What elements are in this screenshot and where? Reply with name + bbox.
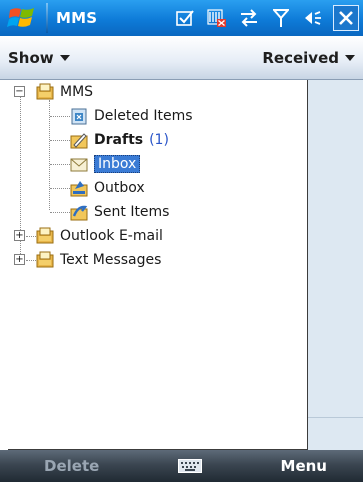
expand-toggle[interactable]: + (14, 230, 25, 241)
tree-item-mms[interactable]: MMS (36, 80, 93, 104)
inbox-envelope-icon (70, 155, 88, 173)
tree-connector (50, 188, 70, 189)
volume-icon[interactable] (297, 0, 329, 36)
delete-softkey[interactable]: Delete (44, 457, 99, 475)
tree-item-outlook-email[interactable]: Outlook E-mail (36, 224, 163, 248)
chevron-down-icon (345, 54, 355, 61)
tree-item-outbox[interactable]: Outbox (70, 176, 145, 200)
tree-item-label: Drafts (94, 132, 144, 148)
sort-toolbar: Show Received (0, 36, 363, 80)
app-title: MMS (56, 9, 98, 27)
content-area: − MMS Deleted Items Drafts (1) Inbox Out… (0, 80, 363, 450)
tree-connector (50, 164, 70, 165)
tree-connector (26, 260, 36, 261)
expand-toggle[interactable]: + (14, 254, 25, 265)
tree-item-text-messages[interactable]: Text Messages (36, 248, 161, 272)
tree-item-inbox[interactable]: Inbox (70, 152, 141, 176)
tree-item-label: Inbox (94, 155, 141, 173)
close-icon (339, 11, 353, 25)
message-list-pane[interactable] (308, 80, 363, 450)
outbox-folder-icon (70, 179, 88, 197)
tree-connector (50, 212, 70, 213)
tree-item-label: Deleted Items (94, 108, 193, 124)
trash-bin-icon (70, 107, 88, 125)
keyboard-button[interactable] (177, 457, 203, 475)
tree-item-drafts[interactable]: Drafts (1) (70, 128, 169, 152)
show-dropdown[interactable]: Show (8, 49, 70, 67)
windows-flag-icon (7, 8, 34, 27)
signal-off-icon[interactable] (201, 0, 233, 36)
tree-item-label: Outlook E-mail (60, 228, 163, 244)
tree-item-label: MMS (60, 84, 94, 100)
softkey-bar: Delete Menu (0, 450, 363, 482)
antenna-icon[interactable] (265, 0, 297, 36)
tree-item-label: Outbox (94, 180, 145, 196)
tree-item-label: Text Messages (60, 252, 162, 268)
tree-connector (50, 116, 70, 117)
mailbox-folder-icon (36, 83, 54, 101)
checklist-icon[interactable] (169, 0, 201, 36)
menu-softkey[interactable]: Menu (281, 457, 327, 475)
sort-dropdown[interactable]: Received (262, 49, 355, 67)
tree-item-sent-items[interactable]: Sent Items (70, 200, 169, 224)
folder-tree[interactable]: − MMS Deleted Items Drafts (1) Inbox Out… (8, 80, 308, 450)
sync-arrows-icon[interactable] (233, 0, 265, 36)
collapse-toggle[interactable]: − (14, 86, 25, 97)
start-button[interactable] (0, 0, 46, 36)
tree-connector (26, 236, 36, 237)
sent-folder-icon (70, 203, 88, 221)
sort-dropdown-label: Received (262, 48, 339, 67)
pane-divider (308, 417, 363, 418)
unread-count: (1) (149, 132, 169, 148)
chevron-down-icon (59, 54, 70, 61)
tree-item-label: Sent Items (94, 204, 170, 220)
tree-item-deleted-items[interactable]: Deleted Items (70, 104, 193, 128)
mailbox-folder-icon (36, 251, 54, 269)
title-bar: MMS (0, 0, 363, 36)
title-separator (46, 3, 48, 33)
close-button[interactable] (333, 5, 359, 31)
tree-connector (50, 140, 70, 141)
mailbox-folder-icon (36, 227, 54, 245)
show-dropdown-label: Show (8, 48, 54, 67)
keyboard-icon (177, 459, 202, 473)
drafts-folder-icon (70, 131, 88, 149)
status-tray (169, 0, 359, 36)
